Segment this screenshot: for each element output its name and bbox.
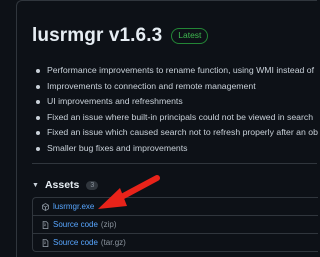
asset-format: (tar.gz) [100,238,126,247]
release-note-item: UI improvements and refreshments [28,94,318,110]
asset-row-targz[interactable]: Source code (tar.gz) [33,233,318,251]
release-title[interactable]: lusrmgr v1.6.3 [32,25,162,47]
asset-row-exe[interactable]: lusrmgr.exe [33,198,318,215]
release-card: lusrmgr v1.6.3 Latest Performance improv… [16,0,318,257]
release-note-item: Improvements to connection and remote ma… [28,79,318,95]
release-header: lusrmgr v1.6.3 Latest [32,24,209,48]
release-note-item: Fixed an issue where built-in principals… [28,110,318,126]
release-note-item: Fixed an issue which caused search not t… [28,125,318,141]
file-zip-icon [41,238,50,248]
latest-badge: Latest [171,28,209,44]
asset-list: lusrmgr.exe Source code (zip) Source cod… [32,197,318,252]
assets-toggle[interactable]: ▼ Assets 3 [32,179,99,191]
asset-link[interactable]: lusrmgr.exe [53,202,94,211]
asset-link[interactable]: Source code [53,220,98,229]
assets-heading: Assets [44,179,80,191]
assets-count-badge: 3 [86,180,99,190]
package-icon [41,202,50,212]
asset-format: (zip) [100,220,117,229]
asset-row-zip[interactable]: Source code (zip) [33,215,318,233]
section-divider [32,163,317,164]
release-notes: Performance improvements to rename funct… [28,63,318,156]
release-note-item: Smaller bug fixes and improvements [28,141,318,157]
file-zip-icon [41,220,50,230]
asset-link[interactable]: Source code [53,238,98,247]
caret-down-icon: ▼ [32,181,39,189]
release-note-item: Performance improvements to rename funct… [28,63,318,79]
